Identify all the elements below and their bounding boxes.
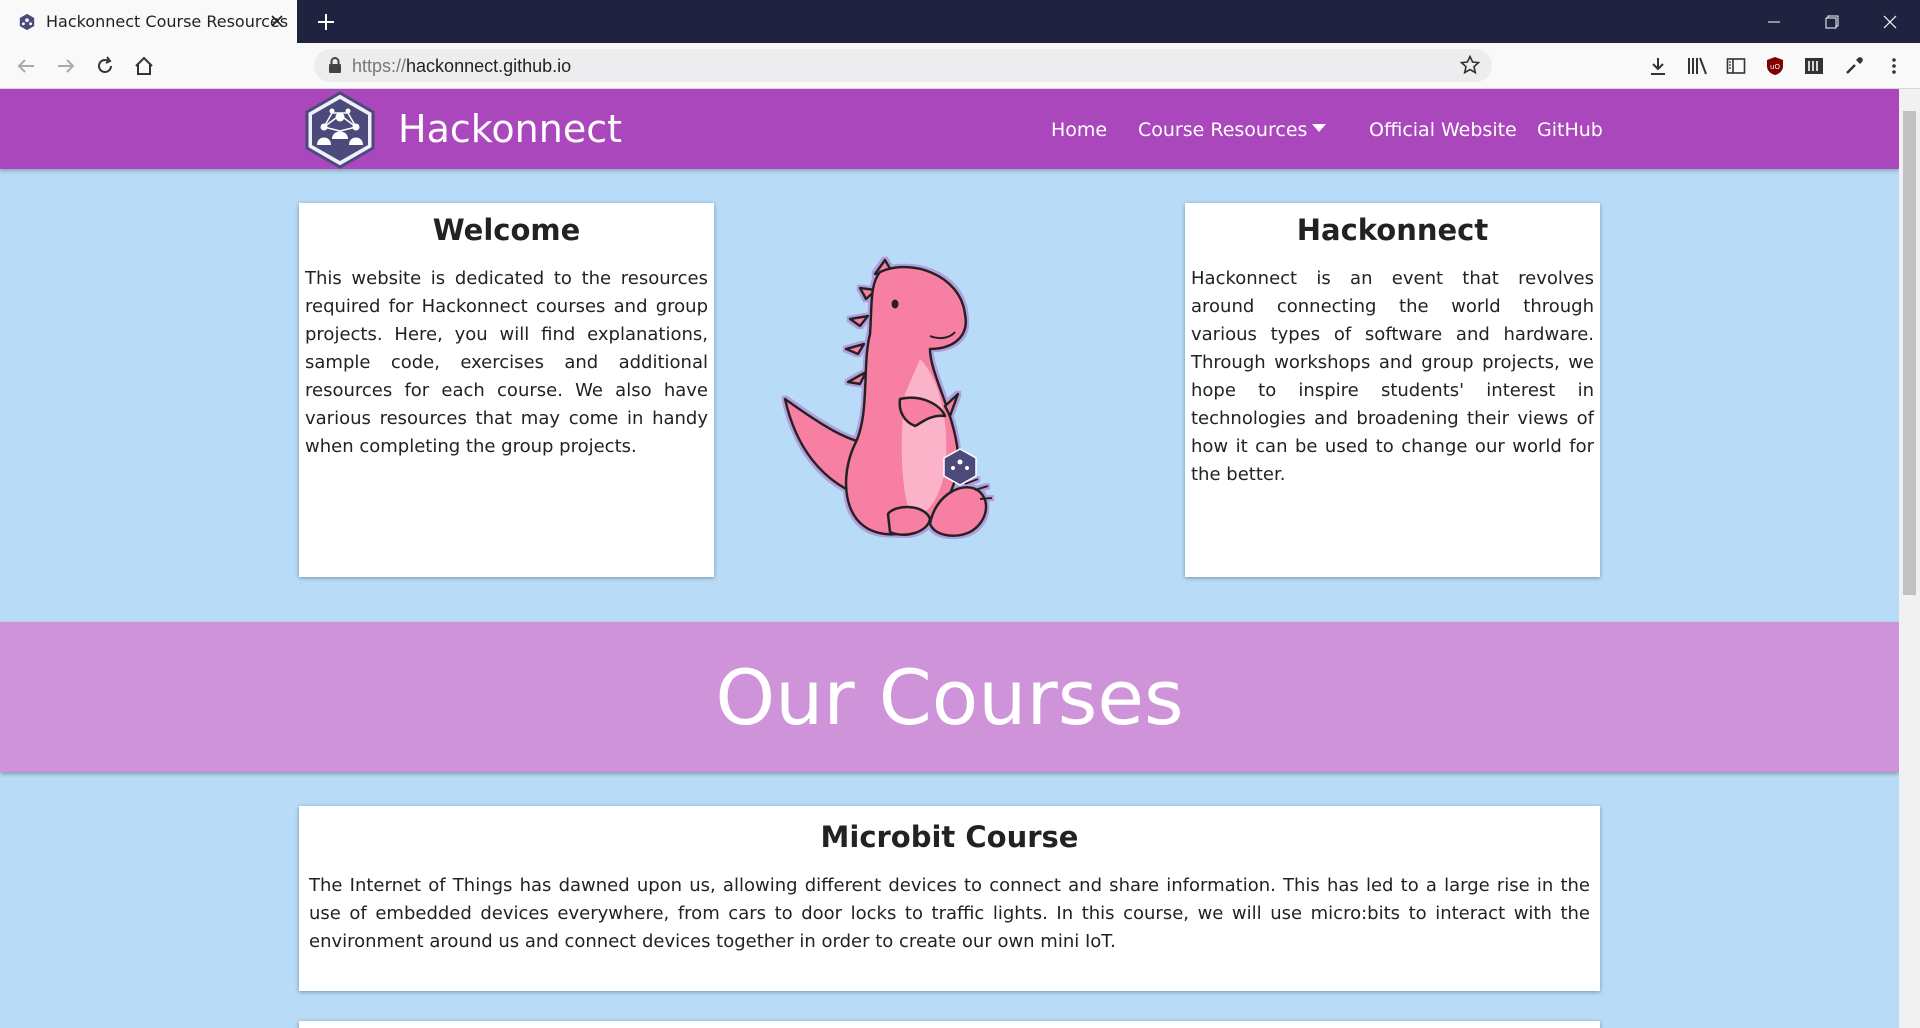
- url-scheme: https://: [352, 56, 407, 76]
- site-brand[interactable]: Hackonnect: [398, 107, 622, 151]
- courses-title: Our Courses: [715, 652, 1184, 742]
- welcome-text: This website is dedicated to the resourc…: [305, 268, 708, 457]
- lock-icon: [329, 57, 341, 73]
- nav-official-website[interactable]: Official Website: [1369, 119, 1517, 141]
- welcome-title: Welcome: [432, 213, 581, 247]
- hackonnect-logo[interactable]: [304, 91, 376, 169]
- nav-github[interactable]: GitHub: [1537, 119, 1603, 141]
- about-card: Hackonnect Hackonnect is an event that r…: [1185, 203, 1600, 577]
- eyedropper-icon[interactable]: [1842, 54, 1866, 78]
- page-scrollbar[interactable]: [1899, 89, 1920, 1028]
- url-host: hackonnect.github.io: [406, 56, 572, 76]
- minimize-icon[interactable]: [1746, 0, 1802, 43]
- hackonnect-favicon-icon: [19, 13, 35, 30]
- address-bar[interactable]: https://hackonnect.github.io: [314, 49, 1492, 82]
- welcome-card: Welcome This website is dedicated to the…: [299, 203, 714, 577]
- bookmark-star-icon[interactable]: [1460, 55, 1480, 75]
- download-icon[interactable]: [1646, 54, 1670, 78]
- window-close-icon[interactable]: [1862, 0, 1918, 43]
- active-tab[interactable]: Hackonnect Course Resources: [0, 0, 297, 43]
- reader-icon[interactable]: [1802, 54, 1826, 78]
- reload-icon[interactable]: [93, 54, 117, 78]
- svg-text:uO: uO: [1770, 63, 1780, 71]
- about-title: Hackonnect: [1296, 213, 1489, 247]
- home-icon[interactable]: [132, 54, 156, 78]
- url-text: https://hackonnect.github.io: [352, 56, 571, 77]
- dino-mascot: [783, 258, 993, 537]
- course-card-microbit[interactable]: Microbit Course The Internet of Things h…: [299, 806, 1600, 991]
- sidebar-icon[interactable]: [1724, 54, 1748, 78]
- forward-icon[interactable]: [54, 54, 78, 78]
- nav-course-resources[interactable]: Course Resources: [1138, 119, 1307, 141]
- ublock-icon[interactable]: uO: [1763, 54, 1787, 78]
- course-description: The Internet of Things has dawned upon u…: [309, 875, 1590, 952]
- new-tab-plus-icon[interactable]: [314, 10, 338, 34]
- site-header: Hackonnect Home Course Resources Officia…: [0, 89, 1899, 169]
- courses-banner: Our Courses: [0, 622, 1899, 772]
- course-card-next[interactable]: [299, 1021, 1600, 1028]
- page-content: Hackonnect Home Course Resources Officia…: [0, 89, 1899, 1028]
- about-text: Hackonnect is an event that revolves aro…: [1191, 268, 1594, 485]
- restore-icon[interactable]: [1804, 0, 1860, 43]
- close-tab-icon[interactable]: [267, 11, 287, 31]
- tab-title: Hackonnect Course Resources: [46, 12, 289, 31]
- course-title: Microbit Course: [820, 820, 1079, 854]
- scrollbar-thumb[interactable]: [1903, 111, 1916, 595]
- library-icon[interactable]: [1685, 54, 1709, 78]
- nav-home[interactable]: Home: [1051, 119, 1107, 141]
- back-icon[interactable]: [14, 54, 38, 78]
- menu-icon[interactable]: [1882, 54, 1906, 78]
- tab-bar: Hackonnect Course Resources: [0, 0, 1920, 43]
- navigation-toolbar: https://hackonnect.github.io uO: [0, 43, 1920, 89]
- chevron-down-icon[interactable]: [1312, 124, 1326, 132]
